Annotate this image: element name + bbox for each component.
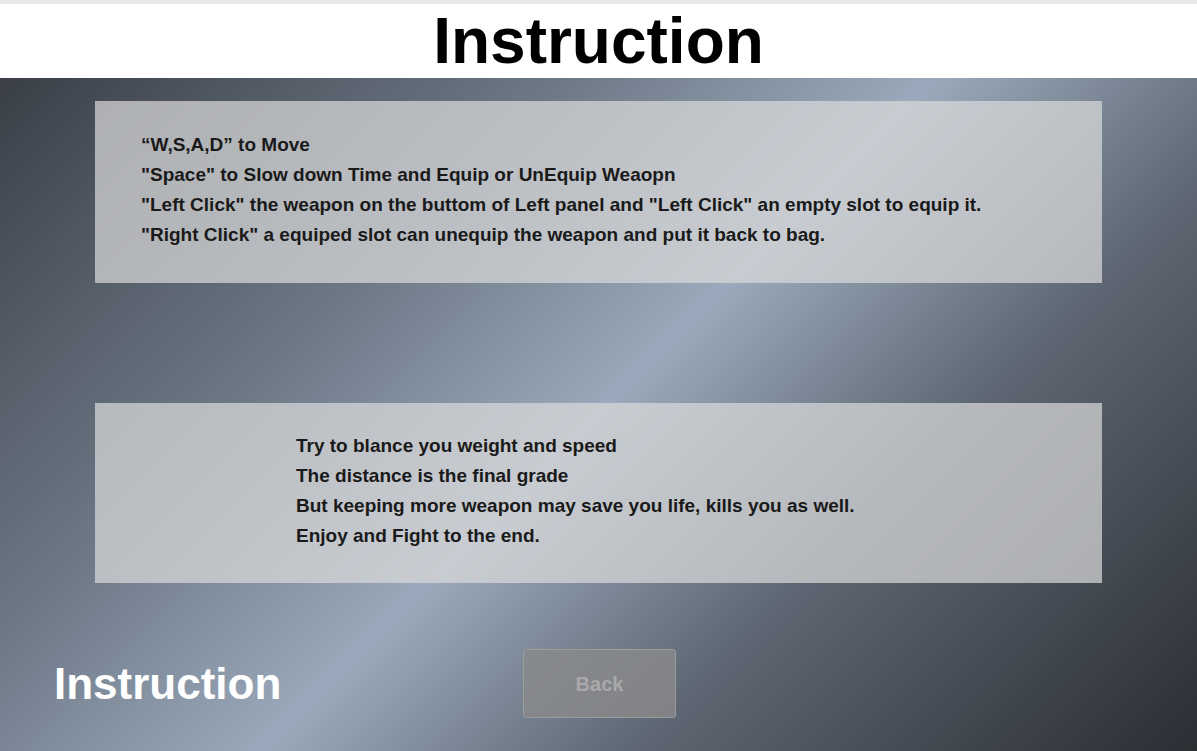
footer-label: Instruction bbox=[54, 662, 281, 706]
instruction-line: "Left Click" the weapon on the buttom of… bbox=[141, 190, 1082, 220]
controls-panel: “W,S,A,D” to Move"Space" to Slow down Ti… bbox=[95, 101, 1102, 283]
instruction-line: The distance is the final grade bbox=[296, 461, 1082, 491]
tips-panel: Try to blance you weight and speedThe di… bbox=[95, 403, 1102, 583]
back-button[interactable]: Back bbox=[523, 649, 676, 718]
page-title: Instruction bbox=[433, 9, 764, 73]
instruction-line: "Space" to Slow down Time and Equip or U… bbox=[141, 160, 1082, 190]
instruction-line: “W,S,A,D” to Move bbox=[141, 130, 1082, 160]
page-header: Instruction bbox=[0, 0, 1197, 78]
background-picture: “W,S,A,D” to Move"Space" to Slow down Ti… bbox=[0, 78, 1197, 751]
instruction-line: But keeping more weapon may save you lif… bbox=[296, 491, 1082, 521]
instruction-line: Enjoy and Fight to the end. bbox=[296, 521, 1082, 551]
instruction-line: "Right Click" a equiped slot can unequip… bbox=[141, 220, 1082, 250]
instruction-line: Try to blance you weight and speed bbox=[296, 431, 1082, 461]
